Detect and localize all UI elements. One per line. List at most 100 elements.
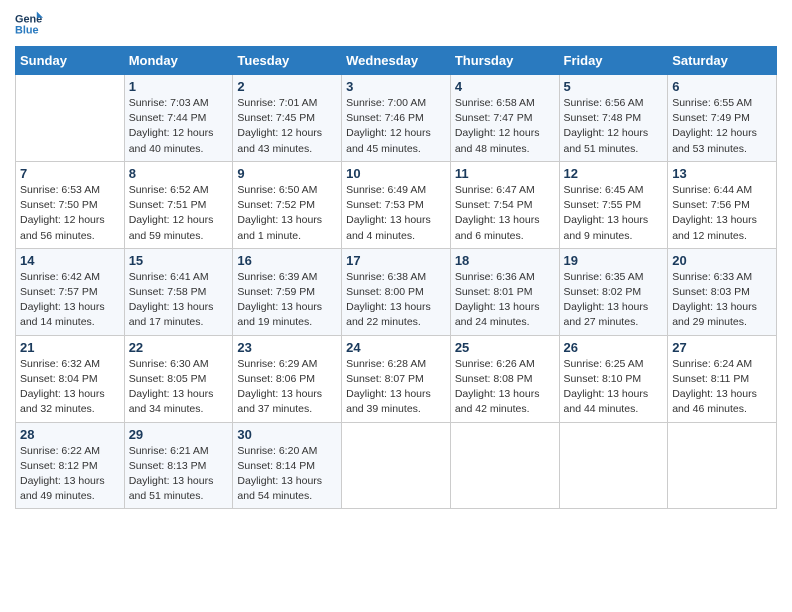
calendar-cell: 22 Sunrise: 6:30 AMSunset: 8:05 PMDaylig…	[124, 335, 233, 422]
day-info: Sunrise: 6:49 AMSunset: 7:53 PMDaylight:…	[346, 183, 446, 244]
day-number: 17	[346, 253, 446, 268]
calendar-cell: 11 Sunrise: 6:47 AMSunset: 7:54 PMDaylig…	[450, 161, 559, 248]
calendar-cell: 7 Sunrise: 6:53 AMSunset: 7:50 PMDayligh…	[16, 161, 125, 248]
calendar-cell: 10 Sunrise: 6:49 AMSunset: 7:53 PMDaylig…	[342, 161, 451, 248]
calendar-cell	[668, 422, 777, 509]
day-number: 29	[129, 427, 229, 442]
col-header-sunday: Sunday	[16, 47, 125, 75]
calendar-cell: 13 Sunrise: 6:44 AMSunset: 7:56 PMDaylig…	[668, 161, 777, 248]
day-info: Sunrise: 6:50 AMSunset: 7:52 PMDaylight:…	[237, 183, 337, 244]
day-number: 1	[129, 79, 229, 94]
day-info: Sunrise: 6:28 AMSunset: 8:07 PMDaylight:…	[346, 357, 446, 418]
day-number: 27	[672, 340, 772, 355]
day-info: Sunrise: 6:52 AMSunset: 7:51 PMDaylight:…	[129, 183, 229, 244]
day-info: Sunrise: 6:45 AMSunset: 7:55 PMDaylight:…	[564, 183, 664, 244]
calendar-cell: 30 Sunrise: 6:20 AMSunset: 8:14 PMDaylig…	[233, 422, 342, 509]
logo-icon: General Blue	[15, 10, 43, 38]
day-info: Sunrise: 6:38 AMSunset: 8:00 PMDaylight:…	[346, 270, 446, 331]
day-info: Sunrise: 6:20 AMSunset: 8:14 PMDaylight:…	[237, 444, 337, 505]
calendar-cell: 27 Sunrise: 6:24 AMSunset: 8:11 PMDaylig…	[668, 335, 777, 422]
day-number: 10	[346, 166, 446, 181]
day-info: Sunrise: 6:22 AMSunset: 8:12 PMDaylight:…	[20, 444, 120, 505]
day-number: 18	[455, 253, 555, 268]
day-info: Sunrise: 6:35 AMSunset: 8:02 PMDaylight:…	[564, 270, 664, 331]
day-info: Sunrise: 6:42 AMSunset: 7:57 PMDaylight:…	[20, 270, 120, 331]
col-header-tuesday: Tuesday	[233, 47, 342, 75]
day-number: 23	[237, 340, 337, 355]
day-number: 20	[672, 253, 772, 268]
col-header-saturday: Saturday	[668, 47, 777, 75]
day-info: Sunrise: 6:33 AMSunset: 8:03 PMDaylight:…	[672, 270, 772, 331]
day-number: 24	[346, 340, 446, 355]
col-header-monday: Monday	[124, 47, 233, 75]
day-number: 11	[455, 166, 555, 181]
calendar-cell: 25 Sunrise: 6:26 AMSunset: 8:08 PMDaylig…	[450, 335, 559, 422]
calendar-cell: 24 Sunrise: 6:28 AMSunset: 8:07 PMDaylig…	[342, 335, 451, 422]
header: General Blue	[15, 10, 777, 38]
col-header-friday: Friday	[559, 47, 668, 75]
calendar-cell	[559, 422, 668, 509]
day-info: Sunrise: 7:03 AMSunset: 7:44 PMDaylight:…	[129, 96, 229, 157]
day-number: 30	[237, 427, 337, 442]
calendar-cell: 2 Sunrise: 7:01 AMSunset: 7:45 PMDayligh…	[233, 75, 342, 162]
day-info: Sunrise: 6:30 AMSunset: 8:05 PMDaylight:…	[129, 357, 229, 418]
calendar-cell	[16, 75, 125, 162]
calendar-cell: 4 Sunrise: 6:58 AMSunset: 7:47 PMDayligh…	[450, 75, 559, 162]
day-number: 12	[564, 166, 664, 181]
logo: General Blue	[15, 10, 47, 38]
day-number: 3	[346, 79, 446, 94]
day-number: 4	[455, 79, 555, 94]
calendar-table: SundayMondayTuesdayWednesdayThursdayFrid…	[15, 46, 777, 509]
day-number: 8	[129, 166, 229, 181]
day-number: 5	[564, 79, 664, 94]
day-info: Sunrise: 7:00 AMSunset: 7:46 PMDaylight:…	[346, 96, 446, 157]
day-info: Sunrise: 6:53 AMSunset: 7:50 PMDaylight:…	[20, 183, 120, 244]
day-info: Sunrise: 6:24 AMSunset: 8:11 PMDaylight:…	[672, 357, 772, 418]
calendar-cell: 23 Sunrise: 6:29 AMSunset: 8:06 PMDaylig…	[233, 335, 342, 422]
day-info: Sunrise: 6:47 AMSunset: 7:54 PMDaylight:…	[455, 183, 555, 244]
calendar-cell: 5 Sunrise: 6:56 AMSunset: 7:48 PMDayligh…	[559, 75, 668, 162]
calendar-cell	[450, 422, 559, 509]
calendar-header: SundayMondayTuesdayWednesdayThursdayFrid…	[16, 47, 777, 75]
day-number: 22	[129, 340, 229, 355]
calendar-cell: 12 Sunrise: 6:45 AMSunset: 7:55 PMDaylig…	[559, 161, 668, 248]
day-number: 25	[455, 340, 555, 355]
col-header-thursday: Thursday	[450, 47, 559, 75]
day-info: Sunrise: 6:44 AMSunset: 7:56 PMDaylight:…	[672, 183, 772, 244]
calendar-cell: 29 Sunrise: 6:21 AMSunset: 8:13 PMDaylig…	[124, 422, 233, 509]
day-info: Sunrise: 6:32 AMSunset: 8:04 PMDaylight:…	[20, 357, 120, 418]
day-number: 16	[237, 253, 337, 268]
day-info: Sunrise: 6:25 AMSunset: 8:10 PMDaylight:…	[564, 357, 664, 418]
col-header-wednesday: Wednesday	[342, 47, 451, 75]
calendar-cell: 15 Sunrise: 6:41 AMSunset: 7:58 PMDaylig…	[124, 248, 233, 335]
calendar-cell: 6 Sunrise: 6:55 AMSunset: 7:49 PMDayligh…	[668, 75, 777, 162]
calendar-cell: 19 Sunrise: 6:35 AMSunset: 8:02 PMDaylig…	[559, 248, 668, 335]
calendar-cell: 16 Sunrise: 6:39 AMSunset: 7:59 PMDaylig…	[233, 248, 342, 335]
day-number: 15	[129, 253, 229, 268]
calendar-cell: 21 Sunrise: 6:32 AMSunset: 8:04 PMDaylig…	[16, 335, 125, 422]
day-info: Sunrise: 6:39 AMSunset: 7:59 PMDaylight:…	[237, 270, 337, 331]
day-number: 7	[20, 166, 120, 181]
day-info: Sunrise: 6:36 AMSunset: 8:01 PMDaylight:…	[455, 270, 555, 331]
calendar-cell: 9 Sunrise: 6:50 AMSunset: 7:52 PMDayligh…	[233, 161, 342, 248]
day-number: 14	[20, 253, 120, 268]
day-info: Sunrise: 6:41 AMSunset: 7:58 PMDaylight:…	[129, 270, 229, 331]
calendar-cell: 3 Sunrise: 7:00 AMSunset: 7:46 PMDayligh…	[342, 75, 451, 162]
calendar-cell: 8 Sunrise: 6:52 AMSunset: 7:51 PMDayligh…	[124, 161, 233, 248]
day-number: 26	[564, 340, 664, 355]
day-info: Sunrise: 6:58 AMSunset: 7:47 PMDaylight:…	[455, 96, 555, 157]
day-info: Sunrise: 6:55 AMSunset: 7:49 PMDaylight:…	[672, 96, 772, 157]
calendar-cell: 18 Sunrise: 6:36 AMSunset: 8:01 PMDaylig…	[450, 248, 559, 335]
calendar-cell: 17 Sunrise: 6:38 AMSunset: 8:00 PMDaylig…	[342, 248, 451, 335]
day-number: 6	[672, 79, 772, 94]
day-number: 2	[237, 79, 337, 94]
calendar-cell: 1 Sunrise: 7:03 AMSunset: 7:44 PMDayligh…	[124, 75, 233, 162]
day-number: 19	[564, 253, 664, 268]
calendar-cell: 14 Sunrise: 6:42 AMSunset: 7:57 PMDaylig…	[16, 248, 125, 335]
svg-text:Blue: Blue	[15, 24, 39, 36]
day-info: Sunrise: 6:21 AMSunset: 8:13 PMDaylight:…	[129, 444, 229, 505]
calendar-cell: 20 Sunrise: 6:33 AMSunset: 8:03 PMDaylig…	[668, 248, 777, 335]
day-number: 9	[237, 166, 337, 181]
day-number: 21	[20, 340, 120, 355]
calendar-cell: 26 Sunrise: 6:25 AMSunset: 8:10 PMDaylig…	[559, 335, 668, 422]
